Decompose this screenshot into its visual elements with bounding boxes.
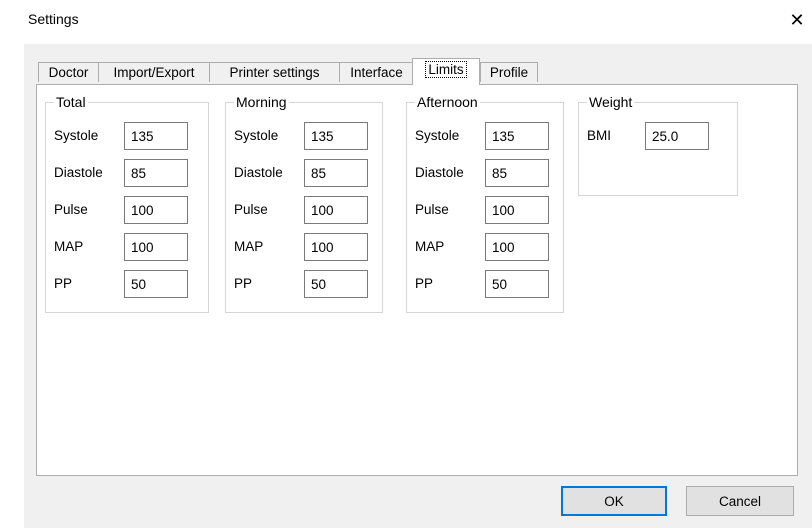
pp-label: PP (54, 276, 73, 291)
group-title: Afternoon (415, 94, 480, 110)
tab-profile[interactable]: Profile (480, 62, 538, 82)
group-afternoon: Afternoon Systole Diastole Pulse MAP PP (406, 94, 564, 313)
close-icon[interactable]: ✕ (782, 8, 812, 32)
diastole-label: Diastole (415, 165, 464, 180)
map-label: MAP (54, 239, 84, 254)
afternoon-systole-input[interactable] (485, 122, 549, 150)
tab-limits[interactable]: Limits (412, 58, 480, 85)
afternoon-pulse-input[interactable] (485, 196, 549, 224)
systole-label: Systole (54, 128, 99, 143)
morning-systole-input[interactable] (304, 122, 368, 150)
pp-label: PP (234, 276, 253, 291)
group-weight: Weight BMI (578, 94, 738, 196)
total-diastole-input[interactable] (124, 159, 188, 187)
total-pp-input[interactable] (124, 270, 188, 298)
total-map-input[interactable] (124, 233, 188, 261)
limits-tab-panel: Total Systole Diastole Pulse MAP PP (36, 84, 798, 476)
pp-label: PP (415, 276, 434, 291)
group-morning: Morning Systole Diastole Pulse MAP PP (225, 94, 383, 313)
diastole-label: Diastole (234, 165, 283, 180)
morning-pp-input[interactable] (304, 270, 368, 298)
morning-diastole-input[interactable] (304, 159, 368, 187)
pulse-label: Pulse (54, 202, 88, 217)
morning-map-input[interactable] (304, 233, 368, 261)
total-pulse-input[interactable] (124, 196, 188, 224)
systole-label: Systole (234, 128, 279, 143)
map-label: MAP (415, 239, 445, 254)
bmi-input[interactable] (645, 122, 709, 150)
tab-label: Doctor (48, 65, 89, 80)
settings-dialog: Settings ✕ Doctor Import/Export Printer … (24, 0, 812, 528)
bmi-label: BMI (587, 128, 612, 143)
afternoon-pp-input[interactable] (485, 270, 549, 298)
map-label: MAP (234, 239, 264, 254)
tab-doctor[interactable]: Doctor (38, 62, 99, 82)
tab-interface[interactable]: Interface (339, 62, 414, 82)
group-title: Weight (587, 94, 635, 110)
group-total: Total Systole Diastole Pulse MAP PP (45, 94, 209, 313)
morning-pulse-input[interactable] (304, 196, 368, 224)
systole-label: Systole (415, 128, 460, 143)
cancel-button[interactable]: Cancel (686, 486, 794, 516)
tab-import-export[interactable]: Import/Export (98, 62, 210, 82)
window-title: Settings (28, 11, 79, 27)
tab-printer-settings[interactable]: Printer settings (209, 62, 340, 82)
title-bar: Settings ✕ (24, 0, 812, 44)
pulse-label: Pulse (415, 202, 449, 217)
group-title: Morning (234, 94, 289, 110)
afternoon-map-input[interactable] (485, 233, 549, 261)
total-systole-input[interactable] (124, 122, 188, 150)
diastole-label: Diastole (54, 165, 103, 180)
tab-label: Printer settings (229, 65, 320, 80)
ok-button[interactable]: OK (561, 486, 667, 516)
tab-label: Limits (425, 61, 467, 78)
tab-label: Import/Export (113, 65, 195, 80)
pulse-label: Pulse (234, 202, 268, 217)
tab-label: Interface (350, 65, 403, 80)
afternoon-diastole-input[interactable] (485, 159, 549, 187)
group-title: Total (54, 94, 88, 110)
tab-label: Profile (489, 65, 529, 80)
